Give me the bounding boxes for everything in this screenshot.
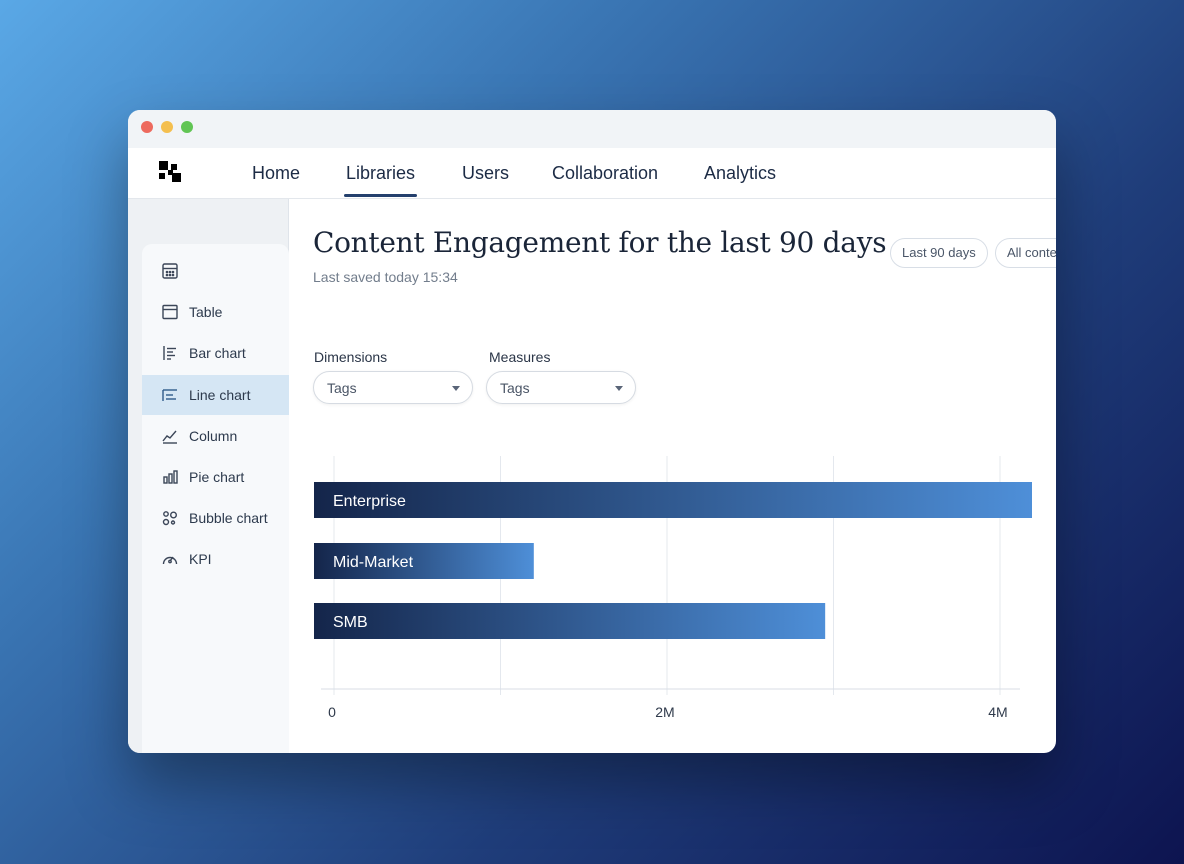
bar-category-label: SMB [333,614,368,631]
measures-label: Measures [489,349,551,365]
bar-chart-icon [160,343,180,363]
sidebar-item-bar-chart[interactable]: Bar chart [142,333,289,373]
engagement-bar-chart: Enterprise Mid-Market SMB 0 2M 4M [314,456,1032,720]
x-tick-label: 2M [655,704,674,720]
line-chart-icon [160,385,180,405]
calculator-icon [160,261,180,281]
sidebar-item-bubble-chart[interactable]: Bubble chart [142,498,289,538]
bar-enterprise[interactable] [314,482,1032,518]
dimensions-select-value: Tags [327,380,357,396]
bar-category-label: Mid-Market [333,554,414,571]
dimensions-label: Dimensions [314,349,388,365]
sidebar-item-column[interactable]: Column [142,416,289,456]
top-navigation: Home Libraries Users Collaboration Analy… [128,148,1056,199]
bubble-chart-icon [160,508,180,528]
table-icon [160,302,180,322]
x-tick-label: 4M [988,704,1007,720]
sidebar-item-label: Pie chart [189,469,245,485]
sidebar-item-label: Bar chart [189,345,246,361]
sidebar-item-label: KPI [189,551,212,567]
sidebar-item-line-chart[interactable]: Line chart [142,375,289,415]
column-chart-icon [160,467,180,487]
sidebar-item-table[interactable]: Table [142,292,289,332]
nav-libraries[interactable]: Libraries [343,148,418,198]
chevron-down-icon [615,386,623,391]
bar-category-label: Enterprise [333,493,406,510]
x-tick-label: 0 [328,704,336,720]
visualization-sidebar: Table Bar chart Line chart Column Pie ch… [142,244,289,753]
measures-select[interactable]: Tags [486,371,636,404]
sidebar-item-pie-chart[interactable]: Pie chart [142,457,289,497]
close-window-button[interactable] [141,121,153,133]
sidebar-item-label: Column [189,428,238,444]
last-saved-text: Last saved today 15:34 [313,269,458,285]
measures-select-value: Tags [500,380,530,396]
sidebar-item-label: Line chart [189,387,251,403]
chevron-down-icon [452,386,460,391]
dimensions-select[interactable]: Tags [313,371,473,404]
nav-users[interactable]: Users [462,148,509,198]
logo-icon[interactable] [158,160,182,184]
page-title: Content Engagement for the last 90 days [313,226,887,259]
app-window: Home Libraries Users Collaboration Analy… [128,110,1056,753]
gauge-icon [160,549,180,569]
nav-home[interactable]: Home [252,148,300,198]
sidebar-item-kpi[interactable]: KPI [142,539,289,579]
trend-line-icon [160,426,180,446]
bar-smb[interactable] [314,603,826,639]
date-range-filter[interactable]: Last 90 days [890,238,988,268]
title-bar [128,110,1056,148]
sidebar-item-label: Table [189,304,223,320]
nav-collaboration[interactable]: Collaboration [552,148,658,198]
sidebar-item-label: Bubble chart [189,510,268,526]
sidebar-item-calculator[interactable] [142,251,289,291]
maximize-window-button[interactable] [181,121,193,133]
minimize-window-button[interactable] [161,121,173,133]
content-filter[interactable]: All conte [995,238,1056,268]
nav-analytics[interactable]: Analytics [704,148,776,198]
